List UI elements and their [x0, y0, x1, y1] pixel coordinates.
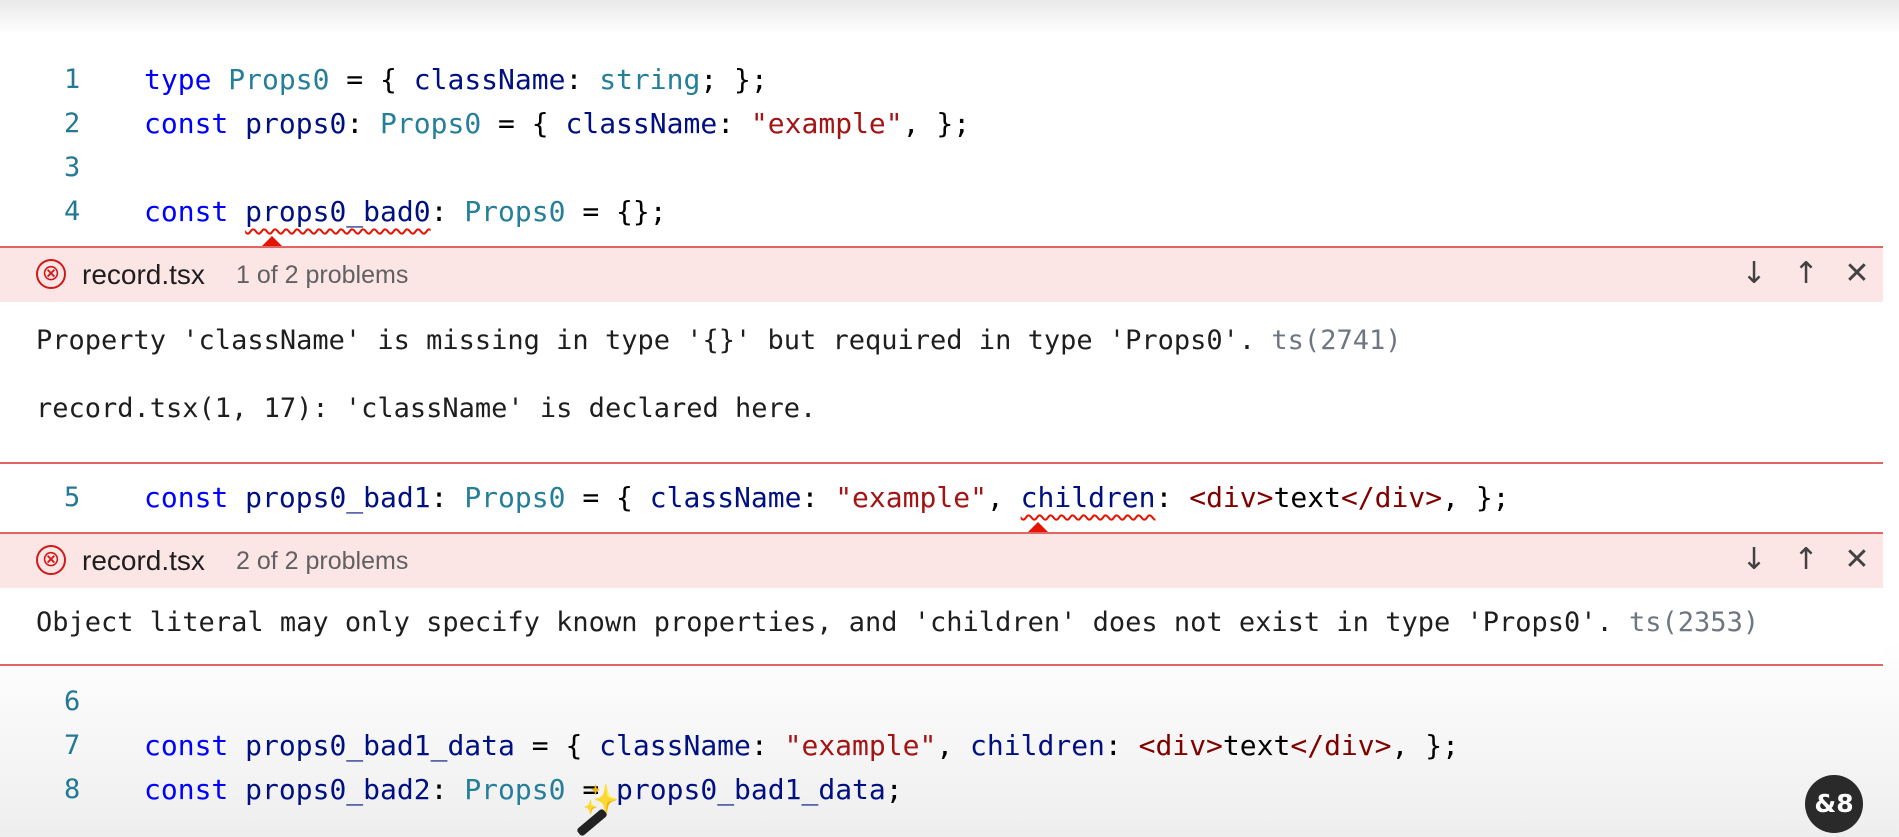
- line-number: 4: [64, 196, 81, 227]
- related-information-link[interactable]: record.tsx(1, 17): 'className' is declar…: [36, 384, 816, 434]
- line-number: 3: [64, 152, 81, 183]
- error-code[interactable]: ts(2741): [1271, 325, 1401, 356]
- problem-peek-body: Object literal may only specify known pr…: [0, 588, 1883, 666]
- channel-logo: &8: [1805, 775, 1863, 833]
- problem-peek-header: ⊗ record.tsx 1 of 2 problems ↓ ↑ ✕: [0, 246, 1883, 304]
- previous-problem-icon[interactable]: ↑: [1786, 540, 1826, 580]
- line-number: 6: [64, 686, 81, 717]
- code-text[interactable]: const props0: Props0 = { className: "exa…: [144, 102, 970, 146]
- code-line-8[interactable]: 8 const props0_bad2: Props0 = props0_bad…: [0, 768, 1899, 812]
- line-number: 7: [64, 730, 81, 761]
- problem-count: 2 of 2 problems: [236, 547, 409, 575]
- close-icon[interactable]: ✕: [1837, 540, 1877, 580]
- close-icon[interactable]: ✕: [1837, 254, 1877, 294]
- code-line-7[interactable]: 7 const props0_bad1_data = { className: …: [0, 724, 1899, 768]
- error-squiggle: props0_bad0: [245, 195, 431, 228]
- error-code[interactable]: ts(2353): [1629, 607, 1759, 638]
- problem-peek-header: ⊗ record.tsx 2 of 2 problems ↓ ↑ ✕: [0, 532, 1883, 590]
- peek-file-name[interactable]: record.tsx: [82, 534, 205, 588]
- error-circle-icon: ⊗: [36, 545, 66, 575]
- code-line-3[interactable]: 3: [0, 146, 1899, 190]
- code-line-4[interactable]: 4 const props0_bad0: Props0 = {};: [0, 190, 1899, 234]
- line-number: 8: [64, 774, 81, 805]
- error-circle-icon: ⊗: [36, 259, 66, 289]
- problem-message: Object literal may only specify known pr…: [36, 607, 1760, 638]
- peek-file-name[interactable]: record.tsx: [82, 248, 205, 302]
- line-number: 2: [64, 108, 81, 139]
- code-text[interactable]: const props0_bad0: Props0 = {};: [144, 190, 667, 234]
- code-line-5[interactable]: 5 const props0_bad1: Props0 = { classNam…: [0, 476, 1899, 520]
- code-text[interactable]: const props0_bad1: Props0 = { className:…: [144, 476, 1510, 520]
- line-number: 1: [64, 64, 81, 95]
- problem-count: 1 of 2 problems: [236, 261, 409, 289]
- problem-message: Property 'className' is missing in type …: [36, 325, 1402, 356]
- next-problem-icon[interactable]: ↓: [1734, 254, 1774, 294]
- code-text[interactable]: const props0_bad2: Props0 = props0_bad1_…: [144, 768, 903, 812]
- problem-peek-body: Property 'className' is missing in type …: [0, 302, 1883, 464]
- code-text[interactable]: const props0_bad1_data = { className: "e…: [144, 724, 1459, 768]
- next-problem-icon[interactable]: ↓: [1734, 540, 1774, 580]
- error-squiggle: children: [1020, 481, 1156, 514]
- code-line-6[interactable]: 6: [0, 680, 1899, 724]
- code-line-1[interactable]: 1 type Props0 = { className: string; };: [0, 58, 1899, 102]
- top-fade: [0, 0, 1899, 34]
- previous-problem-icon[interactable]: ↑: [1786, 254, 1826, 294]
- code-line-2[interactable]: 2 const props0: Props0 = { className: "e…: [0, 102, 1899, 146]
- code-text[interactable]: type Props0 = { className: string; };: [144, 58, 768, 102]
- line-number: 5: [64, 482, 81, 513]
